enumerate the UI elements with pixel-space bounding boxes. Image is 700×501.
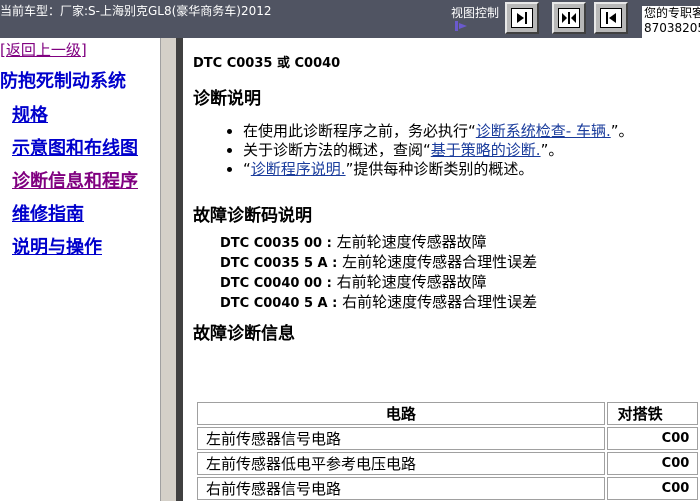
split-view-button[interactable]	[552, 2, 586, 34]
top-bar: 当前车型：厂家:S-上海别克GL8(豪华商务车)2012 视图控制 您的专职客 …	[0, 0, 700, 38]
column-header-ground: 对搭铁	[606, 402, 698, 425]
circuit-table: 电路 对搭铁 左前传感器信号电路 C00 左前传感器低电平参考电压电路 C00 …	[195, 400, 700, 501]
dtc-description: 左前轮速度传感器故障	[331, 233, 487, 251]
note-text: ”。	[540, 141, 564, 159]
split-arrows-icon	[562, 12, 576, 24]
list-item: 关于诊断方法的概述，查阅“基于策略的诊断.”。	[243, 141, 634, 160]
diagnostic-description-title: 诊断说明	[193, 89, 261, 109]
dtc-code: DTC C0040 5 A :	[220, 296, 338, 311]
table-cell: 左前传感器低电平参考电压电路	[197, 452, 605, 475]
list-item: “诊断程序说明.”提供每种诊断类别的概述。	[243, 160, 634, 179]
note-text: ”提供每种诊断类别的概述。	[345, 160, 534, 178]
dtc-description-title: 故障诊断码说明	[193, 206, 312, 226]
expand-right-button[interactable]	[505, 2, 539, 34]
left-navigation: [返回上一级] 防抱死制动系统 规格 示意图和布线图 诊断信息和程序 维修指南 …	[0, 38, 160, 501]
content-pane: DTC C0035 或 C0040 诊断说明 在使用此诊断程序之前，务必执行“诊…	[183, 38, 700, 501]
dtc-description: 左前轮速度传感器合理性误差	[337, 253, 538, 271]
dtc-code: DTC C0035 00 :	[220, 236, 332, 251]
vehicle-system-check-link[interactable]: 诊断系统检查- 车辆.	[476, 122, 611, 140]
back-link[interactable]: [返回上一级]	[0, 39, 87, 60]
view-control-icon	[455, 21, 467, 31]
expand-left-button[interactable]	[594, 2, 628, 34]
frame-border	[176, 38, 183, 501]
dtc-list: DTC C0035 00 : 左前轮速度传感器故障 DTC C0035 5 A …	[220, 233, 537, 313]
table-cell: C00	[606, 452, 698, 475]
note-text: 在使用此诊断程序之前，务必执行“	[243, 122, 476, 140]
table-row: 右前传感器信号电路 C00	[197, 477, 698, 500]
diagnostic-procedure-link[interactable]: 诊断程序说明.	[251, 160, 346, 178]
note-text: ”。	[610, 122, 634, 140]
diagnostic-notes-list: 在使用此诊断程序之前，务必执行“诊断系统检查- 车辆.”。 关于诊断方法的概述，…	[223, 122, 634, 179]
list-item: 在使用此诊断程序之前，务必执行“诊断系统检查- 车辆.”。	[243, 122, 634, 141]
contact-info: 您的专职客 87038205	[642, 6, 700, 38]
list-item: DTC C0035 00 : 左前轮速度传感器故障	[220, 233, 537, 253]
column-header-circuit: 电路	[197, 402, 605, 425]
nav-repair-guide[interactable]: 维修指南	[12, 200, 84, 226]
dtc-code: DTC C0035 5 A :	[220, 256, 338, 271]
list-item: DTC C0040 5 A : 右前轮速度传感器合理性误差	[220, 293, 537, 313]
current-vehicle-label: 当前车型：厂家:S-上海别克GL8(豪华商务车)2012	[0, 4, 272, 18]
table-cell: 右前传感器信号电路	[197, 477, 605, 500]
table-cell: 左前传感器信号电路	[197, 427, 605, 450]
dtc-code: DTC C0040 00 :	[220, 276, 332, 291]
view-control-label: 视图控制	[451, 6, 500, 20]
strategy-based-diagnosis-link[interactable]: 基于策略的诊断.	[431, 141, 541, 159]
table-header-row: 电路 对搭铁	[197, 402, 698, 425]
nav-specifications[interactable]: 规格	[12, 101, 48, 127]
dtc-description: 右前轮速度传感器合理性误差	[337, 293, 538, 311]
nav-schematics-wiring[interactable]: 示意图和布线图	[12, 134, 138, 160]
arrow-left-bar-icon	[606, 12, 616, 24]
dtc-heading: DTC C0035 或 C0040	[193, 56, 341, 71]
arrow-right-bar-icon	[517, 12, 527, 24]
frame-splitter[interactable]	[160, 38, 176, 501]
table-row: 左前传感器信号电路 C00	[197, 427, 698, 450]
table-row: 左前传感器低电平参考电压电路 C00	[197, 452, 698, 475]
nav-description-operation[interactable]: 说明与操作	[12, 233, 102, 259]
note-text: “	[243, 160, 251, 178]
system-title: 防抱死制动系统	[0, 71, 126, 92]
contact-phone: 87038205	[644, 21, 700, 35]
list-item: DTC C0035 5 A : 左前轮速度传感器合理性误差	[220, 253, 537, 273]
list-item: DTC C0040 00 : 右前轮速度传感器故障	[220, 273, 537, 293]
dtc-description: 右前轮速度传感器故障	[331, 273, 487, 291]
table-cell: C00	[606, 477, 698, 500]
nav-diagnostic-info[interactable]: 诊断信息和程序	[12, 167, 138, 193]
contact-label: 您的专职客	[644, 6, 700, 20]
note-text: 关于诊断方法的概述，查阅“	[243, 141, 431, 159]
dtc-information-title: 故障诊断信息	[193, 324, 295, 344]
table-cell: C00	[606, 427, 698, 450]
